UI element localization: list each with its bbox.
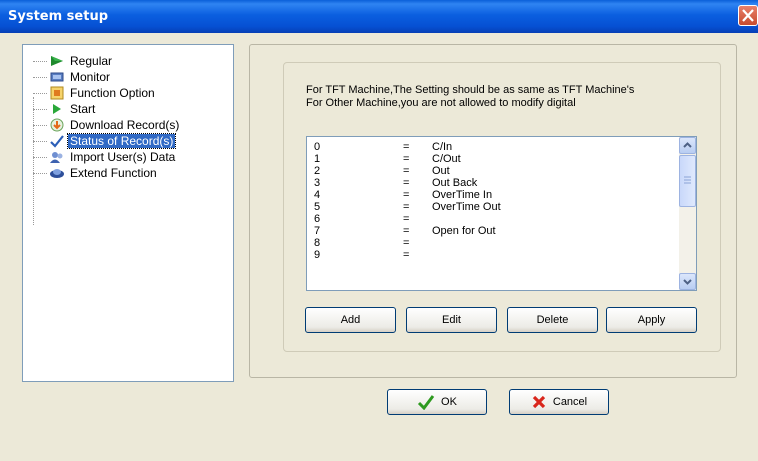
tree-item-download-records[interactable]: Download Record(s) [33,117,181,133]
close-icon [742,9,754,22]
tree-item-function-option[interactable]: Function Option [33,85,157,101]
tree-item-label: Function Option [70,86,155,100]
status-list[interactable]: 0 = C/In 1 = C/Out 2 = Out 3 = Out Back 4 = OverTi… [306,136,697,291]
tree-item-label: Start [70,102,96,116]
tree-item-label: Monitor [70,70,111,84]
scroll-up-button[interactable] [679,137,696,154]
cancel-label: Cancel [552,396,588,408]
tree-item-monitor[interactable]: Monitor [33,69,112,85]
cancel-button[interactable]: Cancel [509,389,609,415]
check-icon [50,135,64,148]
info-line-1: For TFT Machine,The Setting should be as… [306,84,635,96]
x-icon [532,395,546,409]
check-icon [417,395,435,410]
tree-item-label: Import User(s) Data [70,150,176,164]
chevron-up-icon [683,142,692,148]
info-text: For TFT Machine,The Setting should be as… [306,84,634,110]
close-button[interactable] [738,5,758,26]
info-line-2: For Other Machine,you are not allowed to… [306,97,576,109]
vertical-scrollbar[interactable] [679,137,696,290]
tree-item-label: Status of Record(s) [66,133,177,149]
edit-button[interactable]: Edit [406,307,497,333]
tree-item-label: Regular [70,54,113,68]
download-icon [50,118,64,132]
tree-item-status-of-records[interactable]: Status of Record(s) [33,133,177,149]
tree-item-label: Download Record(s) [70,118,180,132]
tree-item-start[interactable]: Start [33,101,97,117]
ok-button[interactable]: OK [387,389,487,415]
play-icon [53,104,61,114]
scroll-down-button[interactable] [679,273,696,290]
extend-icon [50,169,64,178]
monitor-icon [50,72,64,82]
arrow-right-icon [51,56,63,66]
tree-item-label: Extend Function [70,166,157,180]
chevron-down-icon [683,279,692,285]
grip-icon [684,176,691,184]
tree-item-import-users-data[interactable]: Import User(s) Data [33,149,177,165]
options-icon [50,86,64,100]
tree-item-extend-function[interactable]: Extend Function [33,165,159,181]
window-title: System setup [8,9,109,24]
import-icon [50,152,63,163]
ok-label: OK [441,396,457,408]
scroll-thumb[interactable] [679,155,696,207]
apply-button[interactable]: Apply [606,307,697,333]
title-bar[interactable]: System setup [0,0,758,33]
delete-button[interactable]: Delete [507,307,598,333]
add-button[interactable]: Add [305,307,396,333]
tree-item-regular[interactable]: Regular [33,53,114,69]
navigation-tree[interactable]: Regular Monitor Function Option Start Do… [22,44,234,382]
